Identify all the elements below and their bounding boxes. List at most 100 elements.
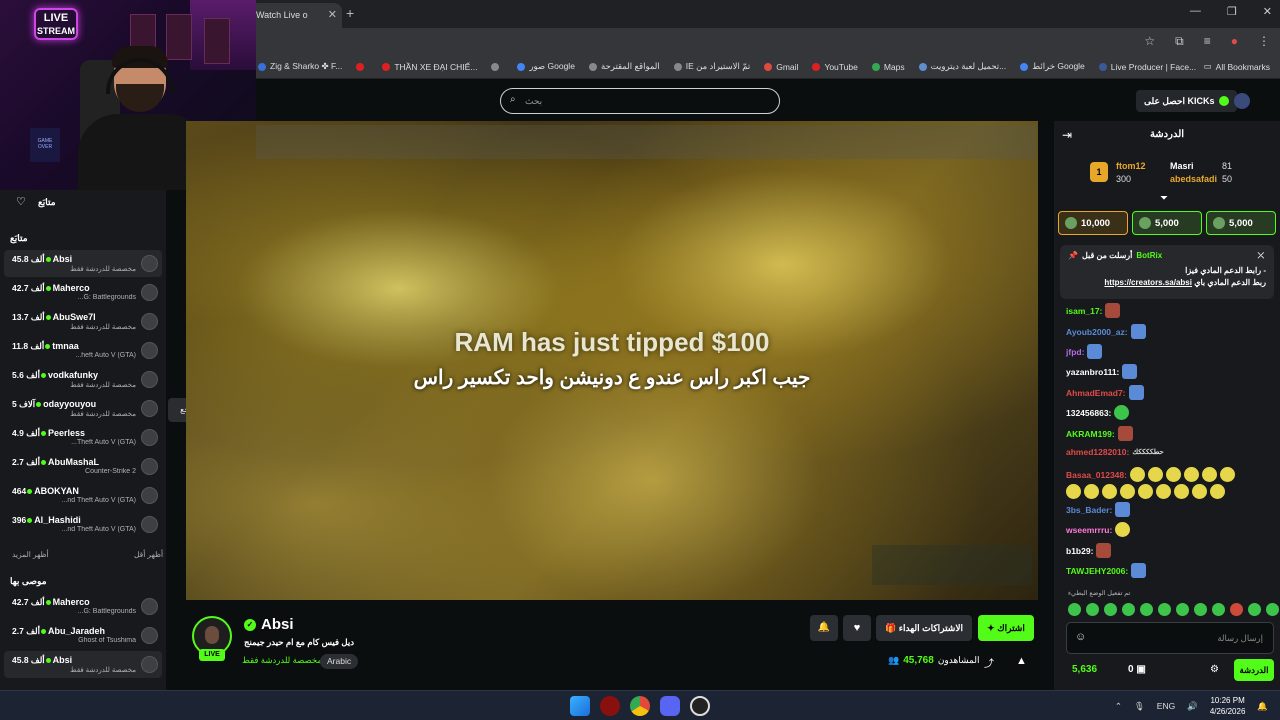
minimize-icon[interactable]: — xyxy=(1190,5,1201,18)
profile-icon[interactable]: ● xyxy=(1231,34,1238,49)
bookmark-item[interactable] xyxy=(491,61,503,72)
new-tab-icon[interactable]: + xyxy=(346,5,354,21)
bookmark-item[interactable]: Gmail xyxy=(764,61,798,72)
chat-username[interactable]: jfpd: xyxy=(1066,347,1084,357)
bookmark-item[interactable]: المواقع المقترحة xyxy=(588,61,660,72)
show-less-link[interactable]: أظهر أقل xyxy=(134,550,163,559)
chat-username[interactable]: Basaa_012348: xyxy=(1066,470,1127,480)
emote[interactable] xyxy=(1230,603,1243,616)
app-icon[interactable] xyxy=(600,696,620,716)
reading-list-icon[interactable]: ≡ xyxy=(1204,34,1211,49)
speaker-icon[interactable]: 🔊 xyxy=(1187,701,1198,712)
bookmark-item[interactable]: خرائط Google xyxy=(1020,61,1085,72)
sidebar-channel-abu_jaradeh[interactable]: 2.7 ألف Abu_Jaradeh Ghost of Tsushima xyxy=(4,622,162,649)
chat-username[interactable]: TAWJEHY2006: xyxy=(1066,566,1128,576)
emote[interactable] xyxy=(1158,603,1171,616)
sidebar-channel-absi[interactable]: 45.8 ألف Absi مخصصة للدردشة فقط xyxy=(4,250,162,277)
bookmark-item[interactable]: Zig & Sharko ✤ F... xyxy=(258,61,342,72)
heart-icon[interactable]: ♡ xyxy=(16,195,26,208)
chat-username[interactable]: b1b29: xyxy=(1066,546,1093,556)
gift-tier[interactable]: 5,000 xyxy=(1132,211,1202,235)
notification-icon[interactable]: 🔔 xyxy=(1257,701,1268,712)
tab-close-icon[interactable]: ✕ xyxy=(328,8,337,21)
unpin-icon[interactable]: ⤫ xyxy=(1258,251,1264,261)
bookmark-item[interactable] xyxy=(356,61,368,72)
sidebar-channel-al_hashidi[interactable]: 396 Al_Hashidi ...nd Theft Auto V (GTA) xyxy=(4,511,162,538)
emote[interactable] xyxy=(1248,603,1261,616)
chat-username[interactable]: 132456863: xyxy=(1066,408,1111,418)
leader-name[interactable]: abedsafadi xyxy=(1170,174,1217,184)
tray-chevron-icon[interactable]: ⌃ xyxy=(1115,701,1122,712)
gear-icon[interactable]: ⚙ xyxy=(1210,664,1219,675)
user-avatar[interactable] xyxy=(1234,93,1250,109)
channel-name[interactable]: ✓ Absi xyxy=(244,616,294,633)
mic-icon[interactable]: 🎙 xyxy=(1134,701,1145,712)
browser-tab-active[interactable]: Watch Live o ✕ xyxy=(250,3,342,28)
clock[interactable]: 10:26 PM 4/26/2026 xyxy=(1210,695,1246,717)
chat-username[interactable]: isam_17: xyxy=(1066,306,1102,316)
emote[interactable] xyxy=(1122,603,1135,616)
show-more-link[interactable]: أظهر المزيد xyxy=(12,550,49,559)
sidebar-channel-vodkafunky[interactable]: 5.6 ألف vodkafunky مخصصة للدردشة فقط xyxy=(4,366,162,393)
menu-icon[interactable]: ⋮ xyxy=(1258,34,1270,49)
category-link[interactable]: مخصصة للدردشة فقط xyxy=(242,655,322,666)
sidebar-channel-abuswe7l[interactable]: 13.7 ألف AbuSwe7l مخصصة للدردشة فقط xyxy=(4,308,162,335)
emote[interactable] xyxy=(1068,603,1081,616)
search-input[interactable]: ⌕ بحث xyxy=(500,88,780,114)
emote[interactable] xyxy=(1194,603,1207,616)
maximize-icon[interactable]: ❐ xyxy=(1227,5,1237,18)
chat-username[interactable]: ahmed1282010: xyxy=(1066,447,1129,457)
bell-icon[interactable]: 🔔 xyxy=(810,615,838,641)
sidebar-channel-abokyan[interactable]: 464 ABOKYAN ...nd Theft Auto V (GTA) xyxy=(4,482,162,509)
emote[interactable] xyxy=(1176,603,1189,616)
share-icon[interactable]: ⤴ xyxy=(984,655,994,670)
emoji-icon[interactable]: ☺ xyxy=(1075,631,1086,643)
lang-indicator[interactable]: ENG xyxy=(1157,701,1175,711)
leader-name[interactable]: Masri xyxy=(1170,161,1194,171)
sidebar-channel-absi[interactable]: 45.8 ألف Absi مخصصة للدردشة فقط xyxy=(4,651,162,678)
subscribe-button[interactable]: ✦ اشتراك xyxy=(978,615,1034,641)
get-kicks-button[interactable]: احصل على KICKs xyxy=(1136,90,1237,112)
chat-input[interactable]: ☺ إرسال رسالة xyxy=(1066,622,1274,654)
sidebar-channel-tmnaa[interactable]: 11.8 ألف tmnaa ...heft Auto V (GTA) xyxy=(4,337,162,364)
language-tag[interactable]: Arabic xyxy=(320,654,359,669)
discord-icon[interactable] xyxy=(660,696,680,716)
bookmark-item[interactable]: THẦN XE ĐẠI CHIẾ... xyxy=(382,61,477,72)
chat-username[interactable]: yazanbro111: xyxy=(1066,367,1119,377)
emote[interactable] xyxy=(1086,603,1099,616)
bookmark-item[interactable]: Live Producer | Face... xyxy=(1098,61,1196,72)
wallet-count[interactable]: 0 ▣ xyxy=(1128,664,1146,675)
chat-username[interactable]: 3bs_Bader: xyxy=(1066,505,1112,515)
send-chat-button[interactable]: الدردشة xyxy=(1234,659,1274,681)
bookmark-item[interactable]: صور Google xyxy=(517,61,575,72)
sidebar-channel-odayyouyou[interactable]: 5 آلاف odayyouyou مخصصة للدردشة فقط xyxy=(4,395,162,422)
chrome-icon[interactable] xyxy=(630,696,650,716)
bookmark-item[interactable]: YouTube xyxy=(812,61,858,72)
bookmark-item[interactable]: IE تمّ الاستيراد من xyxy=(673,61,750,72)
bookmark-item[interactable]: Maps xyxy=(871,61,905,72)
obs-icon[interactable] xyxy=(690,696,710,716)
sidebar-channel-peerless[interactable]: 4.9 ألف Peerless ...Theft Auto V (GTA) xyxy=(4,424,162,451)
filter-icon[interactable]: ⏷ xyxy=(1160,193,1168,204)
follow-heart-button[interactable]: ♥ xyxy=(843,615,871,641)
windows-start-icon[interactable] xyxy=(570,696,590,716)
emote[interactable] xyxy=(1212,603,1225,616)
emote[interactable] xyxy=(1104,603,1117,616)
close-window-icon[interactable]: ✕ xyxy=(1263,5,1272,18)
chat-username[interactable]: AKRAM199: xyxy=(1066,429,1115,439)
emote[interactable] xyxy=(1140,603,1153,616)
all-bookmarks-button[interactable]: ▭ All Bookmarks xyxy=(1204,61,1270,72)
emote[interactable] xyxy=(1266,603,1279,616)
pinned-message[interactable]: 📌 أرسلت من قبل BotRix ⤫ - رابط الدعم الم… xyxy=(1060,245,1274,299)
leader-name[interactable]: ftom12 xyxy=(1116,161,1146,171)
chat-username[interactable]: AhmadEmad7: xyxy=(1066,388,1126,398)
sidebar-channel-abumashal[interactable]: 2.7 ألف AbuMashaL Counter-Strike 2 xyxy=(4,453,162,480)
chat-username[interactable]: wseemrrru: xyxy=(1066,525,1112,535)
gift-tier[interactable]: 10,000 xyxy=(1058,211,1128,235)
sidebar-channel-maherco[interactable]: 42.7 ألف Maherco ...G: Battlegrounds xyxy=(4,279,162,306)
gift-subs-button[interactable]: 🎁 الاشتراكات الهداء xyxy=(876,615,972,641)
video-player[interactable]: RAM has just tipped $100 جيب اكبر راس عن… xyxy=(186,121,1038,600)
bookmark-star-icon[interactable]: ☆ xyxy=(1144,34,1155,49)
sidebar-channel-maherco[interactable]: 42.7 ألف Maherco ...G: Battlegrounds xyxy=(4,593,162,620)
chat-username[interactable]: Ayoub2000_az: xyxy=(1066,327,1128,337)
